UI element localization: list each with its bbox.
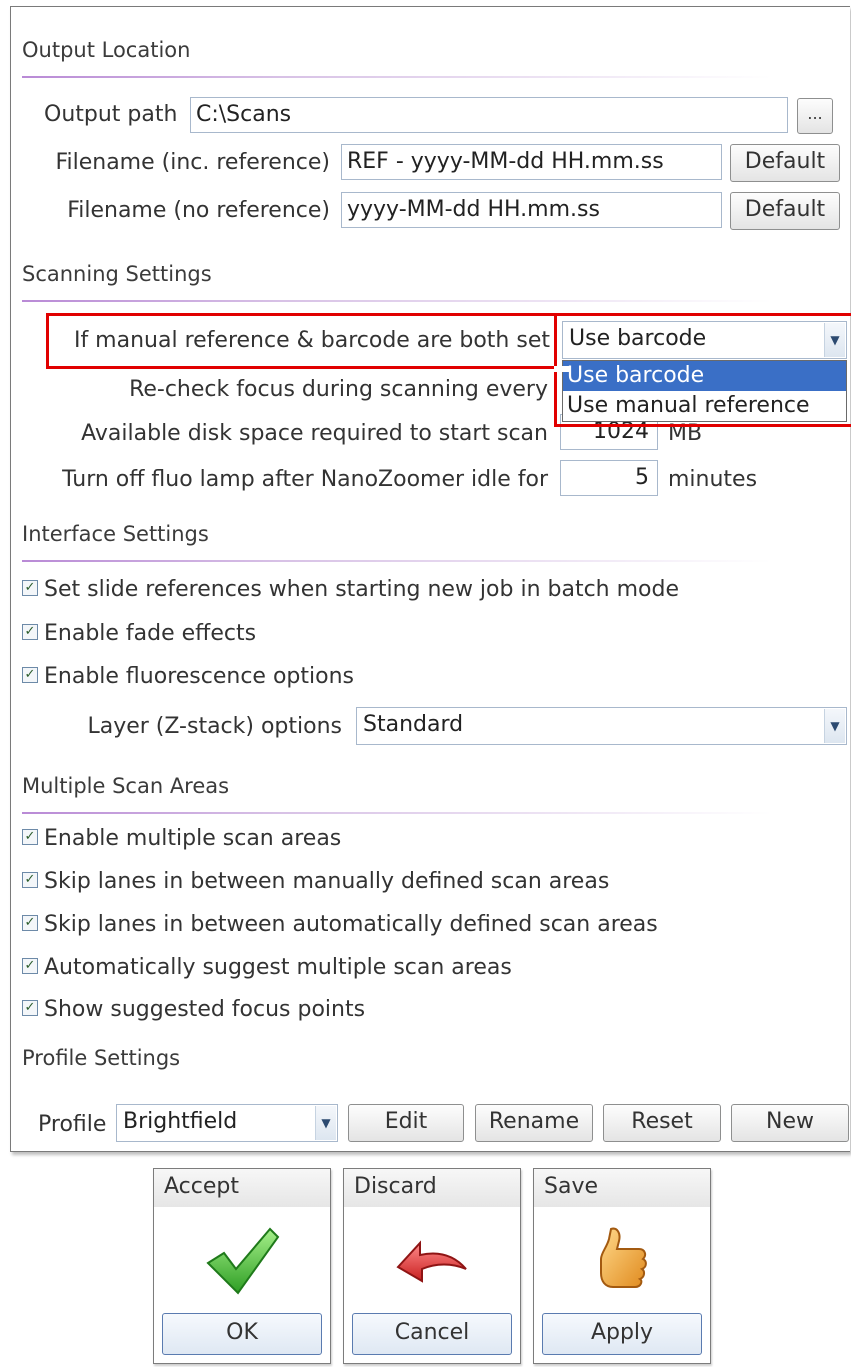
chevron-down-icon[interactable]: ▼	[824, 709, 845, 743]
filename-noref-label: Filename (no reference)	[67, 198, 330, 223]
undo-arrow-icon	[344, 1223, 520, 1301]
checkbox-label: Enable multiple scan areas	[44, 826, 342, 851]
checkbox-label: Skip lanes in between automatically defi…	[44, 912, 658, 937]
checkbox-label: Set slide references when starting new j…	[44, 577, 680, 602]
checkbox-show-focus-points[interactable]: ✓ Show suggested focus points	[22, 997, 365, 1022]
highlight-gap	[554, 366, 569, 372]
default-noref-button[interactable]: Default	[730, 192, 840, 230]
checkbox-checked-icon[interactable]: ✓	[22, 958, 38, 974]
profile-select[interactable]: Brightfield ▼	[116, 1104, 338, 1142]
default-ref-button[interactable]: Default	[730, 144, 840, 182]
checkbox-enable-multiple-scan-areas[interactable]: ✓ Enable multiple scan areas	[22, 826, 341, 851]
checkbox-label: Skip lanes in between manually defined s…	[44, 869, 610, 894]
thumbs-up-icon	[534, 1223, 710, 1301]
output-path-label: Output path	[44, 102, 178, 127]
checkbox-checked-icon[interactable]: ✓	[22, 1000, 38, 1016]
section-interface-settings: Interface Settings	[22, 522, 209, 546]
cancel-button[interactable]: Cancel	[352, 1313, 512, 1355]
highlight-annotation-left	[46, 313, 566, 369]
checkbox-fade-effects[interactable]: ✓ Enable fade effects	[22, 621, 256, 646]
browse-button[interactable]: ...	[797, 98, 833, 134]
edit-button[interactable]: Edit	[348, 1104, 464, 1142]
checkbox-slide-references[interactable]: ✓ Set slide references when starting new …	[22, 577, 679, 602]
discard-title: Discard	[344, 1169, 520, 1207]
layer-options-label: Layer (Z-stack) options	[87, 714, 342, 739]
section-multiple-scan-areas: Multiple Scan Areas	[22, 774, 230, 798]
checkbox-checked-icon[interactable]: ✓	[22, 915, 38, 931]
section-profile-settings: Profile Settings	[22, 1046, 181, 1070]
section-scanning-settings: Scanning Settings	[22, 262, 212, 286]
output-path-input[interactable]: C:\Scans	[190, 97, 788, 133]
save-title: Save	[534, 1169, 710, 1207]
layer-options-select[interactable]: Standard ▼	[356, 707, 847, 745]
disk-space-label: Available disk space required to start s…	[81, 421, 548, 446]
save-panel: Save Apply	[533, 1168, 711, 1364]
profile-label: Profile	[38, 1112, 107, 1137]
discard-panel: Discard Cancel	[343, 1168, 521, 1364]
fluo-lamp-label: Turn off fluo lamp after NanoZoomer idle…	[62, 467, 548, 492]
filename-ref-label: Filename (inc. reference)	[55, 150, 330, 175]
rename-button[interactable]: Rename	[475, 1104, 593, 1142]
section-separator	[22, 812, 772, 814]
checkbox-skip-auto-lanes[interactable]: ✓ Skip lanes in between automatically def…	[22, 912, 658, 937]
layer-options-selected: Standard	[363, 712, 464, 737]
checkbox-checked-icon[interactable]: ✓	[22, 829, 38, 845]
checkbox-fluorescence-options[interactable]: ✓ Enable fluorescence options	[22, 664, 354, 689]
fluo-lamp-input[interactable]: 5	[560, 460, 658, 496]
fluo-lamp-unit: minutes	[668, 467, 758, 492]
checkbox-checked-icon[interactable]: ✓	[22, 624, 38, 640]
reset-button[interactable]: Reset	[603, 1104, 721, 1142]
checkbox-suggest-scan-areas[interactable]: ✓ Automatically suggest multiple scan are…	[22, 955, 512, 980]
checkbox-checked-icon[interactable]: ✓	[22, 667, 38, 683]
highlight-annotation-right	[554, 313, 851, 427]
checkbox-label: Enable fluorescence options	[44, 664, 354, 689]
checkbox-checked-icon[interactable]: ✓	[22, 872, 38, 888]
section-separator	[22, 76, 772, 78]
chevron-down-icon[interactable]: ▼	[315, 1106, 336, 1140]
accept-title: Accept	[154, 1169, 330, 1207]
ok-button[interactable]: OK	[162, 1313, 322, 1355]
section-output-location: Output Location	[22, 38, 191, 62]
checkbox-checked-icon[interactable]: ✓	[22, 580, 38, 596]
section-separator	[22, 560, 772, 562]
checkbox-label: Enable fade effects	[44, 621, 257, 646]
checkbox-label: Automatically suggest multiple scan area…	[44, 955, 512, 980]
section-separator	[22, 300, 772, 302]
accept-panel: Accept OK	[153, 1168, 331, 1364]
checkbox-label: Show suggested focus points	[44, 997, 366, 1022]
checkbox-skip-manual-lanes[interactable]: ✓ Skip lanes in between manually defined …	[22, 869, 609, 894]
profile-selected: Brightfield	[123, 1109, 238, 1134]
recheck-focus-label: Re-check focus during scanning every	[129, 377, 548, 402]
filename-ref-input[interactable]: REF - yyyy-MM-dd HH.mm.ss	[341, 144, 722, 180]
filename-noref-input[interactable]: yyyy-MM-dd HH.mm.ss	[341, 192, 722, 228]
checkmark-icon	[154, 1223, 330, 1301]
new-button[interactable]: New	[731, 1104, 849, 1142]
apply-button[interactable]: Apply	[542, 1313, 702, 1355]
